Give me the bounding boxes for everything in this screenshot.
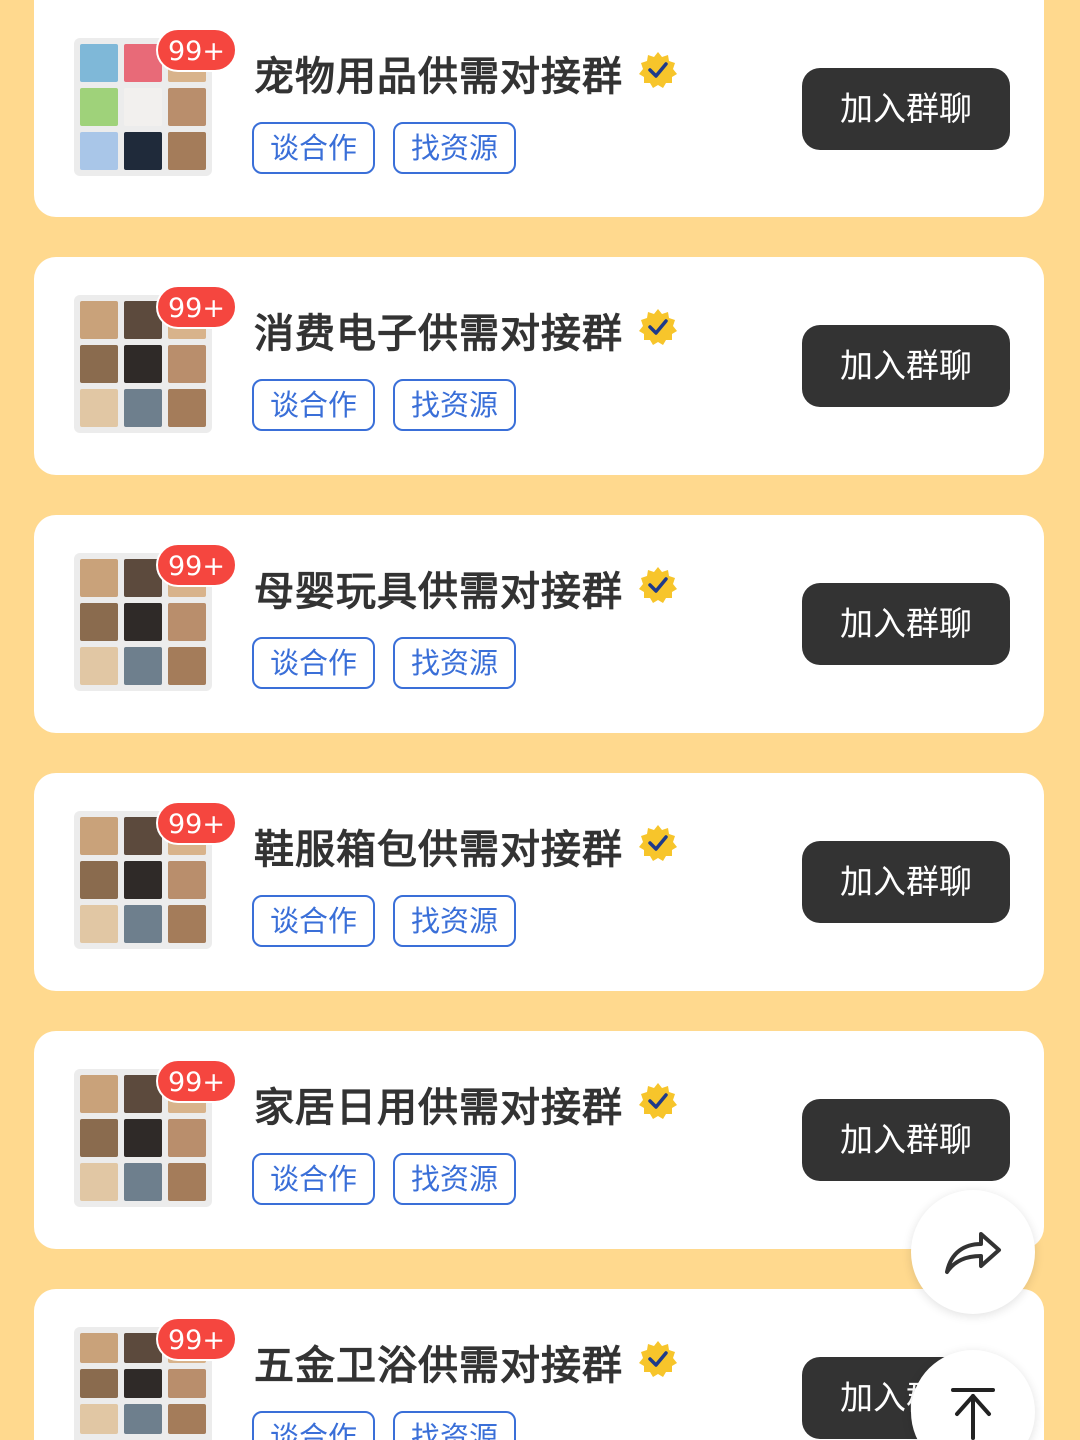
verified-icon: [639, 1083, 677, 1119]
unread-badge: 99+: [156, 543, 237, 587]
join-group-button[interactable]: 加入群聊: [802, 841, 1010, 923]
verified-icon: [639, 309, 677, 345]
group-title: 消费电子供需对接群: [254, 311, 623, 357]
join-group-button[interactable]: 加入群聊: [802, 583, 1010, 665]
tag-find-resources[interactable]: 找资源: [393, 1411, 517, 1440]
tag-cooperate[interactable]: 谈合作: [252, 1411, 376, 1440]
tag-cooperate[interactable]: 谈合作: [252, 637, 376, 689]
join-group-button[interactable]: 加入群聊: [802, 325, 1010, 407]
group-card[interactable]: 99+ 五金卫浴供需对接群 谈合作 找资源 加入群聊: [34, 1289, 1044, 1440]
verified-icon: [639, 567, 677, 603]
group-card[interactable]: 99+ 家居日用供需对接群 谈合作 找资源 加入群聊: [34, 1031, 1044, 1249]
tag-find-resources[interactable]: 找资源: [393, 122, 517, 174]
share-button[interactable]: [911, 1190, 1035, 1314]
tag-cooperate[interactable]: 谈合作: [252, 895, 376, 947]
group-card[interactable]: 99+ 消费电子供需对接群 谈合作 找资源 加入群聊: [34, 257, 1044, 475]
tag-find-resources[interactable]: 找资源: [393, 1153, 517, 1205]
unread-badge: 99+: [156, 801, 237, 845]
unread-badge: 99+: [156, 1059, 237, 1103]
group-card[interactable]: 99+ 母婴玩具供需对接群 谈合作 找资源 加入群聊: [34, 515, 1044, 733]
verified-icon: [639, 1341, 677, 1377]
tag-find-resources[interactable]: 找资源: [393, 637, 517, 689]
group-card[interactable]: 99+ 宠物用品供需对接群 谈合作 找资源 加入群聊: [34, 0, 1044, 217]
tag-find-resources[interactable]: 找资源: [393, 379, 517, 431]
unread-badge: 99+: [156, 28, 237, 72]
join-group-button[interactable]: 加入群聊: [802, 1099, 1010, 1181]
tag-cooperate[interactable]: 谈合作: [252, 122, 376, 174]
group-title: 家居日用供需对接群: [254, 1085, 623, 1131]
group-title: 五金卫浴供需对接群: [254, 1343, 623, 1389]
group-title: 鞋服箱包供需对接群: [254, 827, 623, 873]
back-to-top-icon: [951, 1388, 995, 1440]
tag-cooperate[interactable]: 谈合作: [252, 379, 376, 431]
group-list: 99+ 宠物用品供需对接群 谈合作 找资源 加入群聊 99+ 消费电子供需对接群…: [0, 0, 1080, 1440]
group-title: 母婴玩具供需对接群: [254, 569, 623, 615]
unread-badge: 99+: [156, 1317, 237, 1361]
group-card[interactable]: 99+ 鞋服箱包供需对接群 谈合作 找资源 加入群聊: [34, 773, 1044, 991]
join-group-button[interactable]: 加入群聊: [802, 68, 1010, 150]
unread-badge: 99+: [156, 285, 237, 329]
share-arrow-icon: [945, 1232, 1001, 1274]
group-title: 宠物用品供需对接群: [254, 54, 623, 100]
verified-icon: [639, 825, 677, 861]
tag-find-resources[interactable]: 找资源: [393, 895, 517, 947]
tag-cooperate[interactable]: 谈合作: [252, 1153, 376, 1205]
verified-icon: [639, 52, 677, 88]
